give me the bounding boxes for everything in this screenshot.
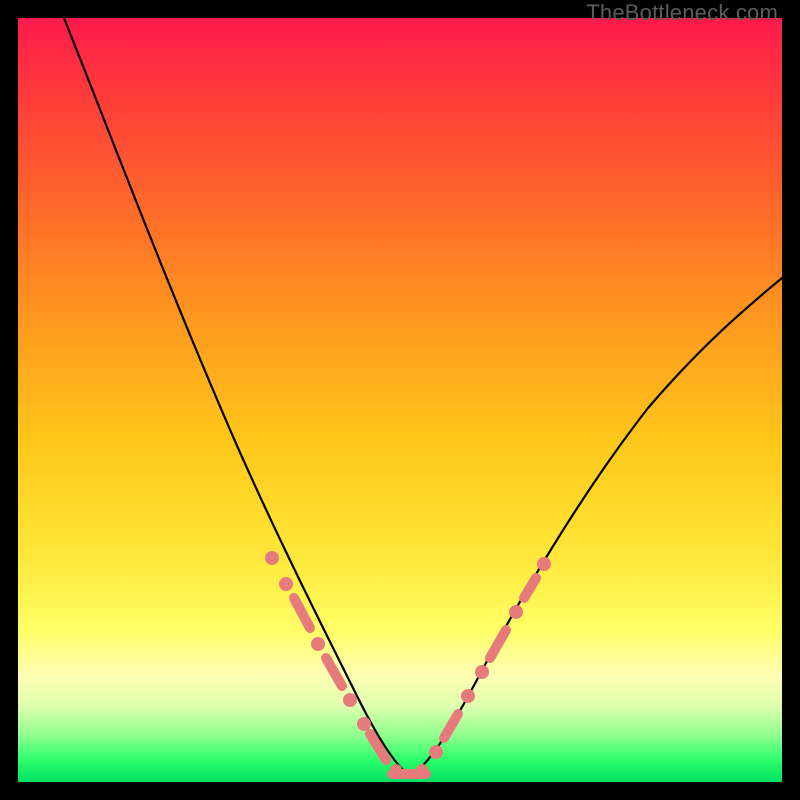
marker-dot	[311, 637, 325, 651]
marker-dot	[357, 717, 371, 731]
marker-dot	[390, 764, 402, 776]
marker-dot	[279, 577, 293, 591]
marker-seg	[370, 734, 386, 760]
marker-dot	[343, 693, 357, 707]
chart-plot-area	[18, 18, 782, 782]
marker-dot	[416, 764, 428, 776]
left-curve	[64, 18, 410, 776]
marker-dot	[509, 605, 523, 619]
marker-dot	[461, 689, 475, 703]
marker-seg	[294, 598, 310, 628]
marker-seg	[524, 578, 536, 598]
watermark-text: TheBottleneck.com	[586, 0, 778, 26]
marker-dot	[265, 551, 279, 565]
marker-seg	[444, 714, 458, 738]
marker-dot	[537, 557, 551, 571]
marker-dot	[475, 665, 489, 679]
chart-svg	[18, 18, 782, 782]
marker-dot	[429, 745, 443, 759]
marker-seg	[490, 630, 506, 658]
